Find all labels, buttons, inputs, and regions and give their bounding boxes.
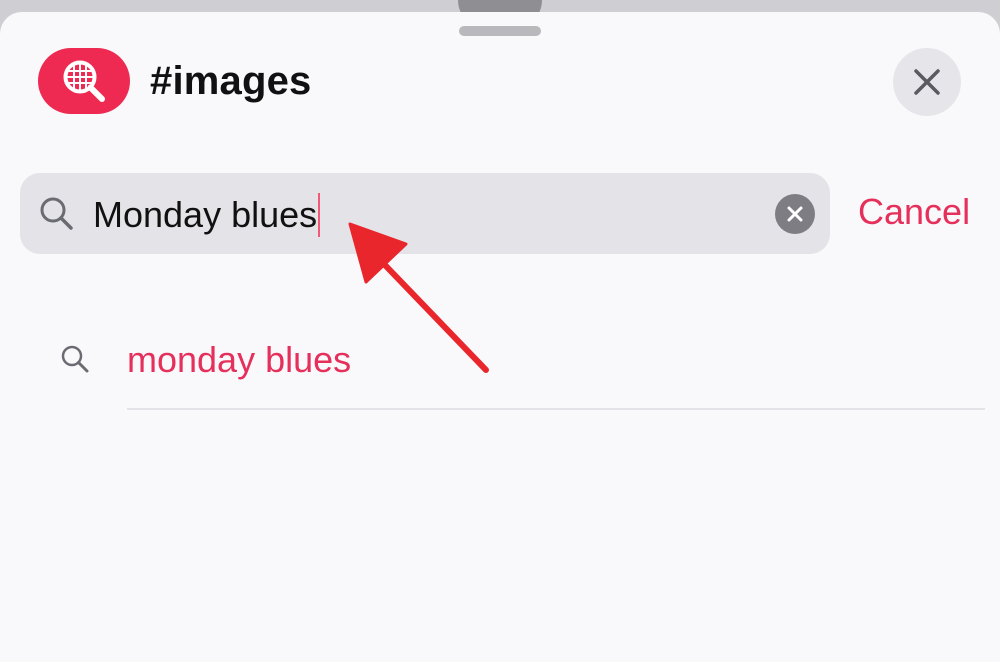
close-icon [914, 69, 940, 95]
clear-circle-icon [787, 206, 803, 222]
sheet-title: #images [150, 59, 312, 103]
search-input[interactable]: Monday blues [93, 193, 321, 237]
search-input-value: Monday blues [93, 194, 318, 235]
search-icon [61, 345, 89, 373]
close-button[interactable] [893, 48, 961, 116]
bottom-sheet: #images Monday blues Cancel monday blues [0, 12, 1000, 662]
search-field[interactable]: Monday blues [20, 173, 830, 254]
search-suggestion-item[interactable]: monday blues [0, 322, 1000, 412]
search-icon [40, 197, 73, 230]
sheet-grabber[interactable] [459, 26, 541, 36]
image-search-icon [38, 48, 130, 114]
clear-search-button[interactable] [775, 194, 815, 234]
suggestion-label: monday blues [127, 339, 352, 380]
text-cursor [318, 193, 321, 237]
cancel-button[interactable]: Cancel [858, 190, 970, 234]
list-divider [127, 408, 985, 410]
